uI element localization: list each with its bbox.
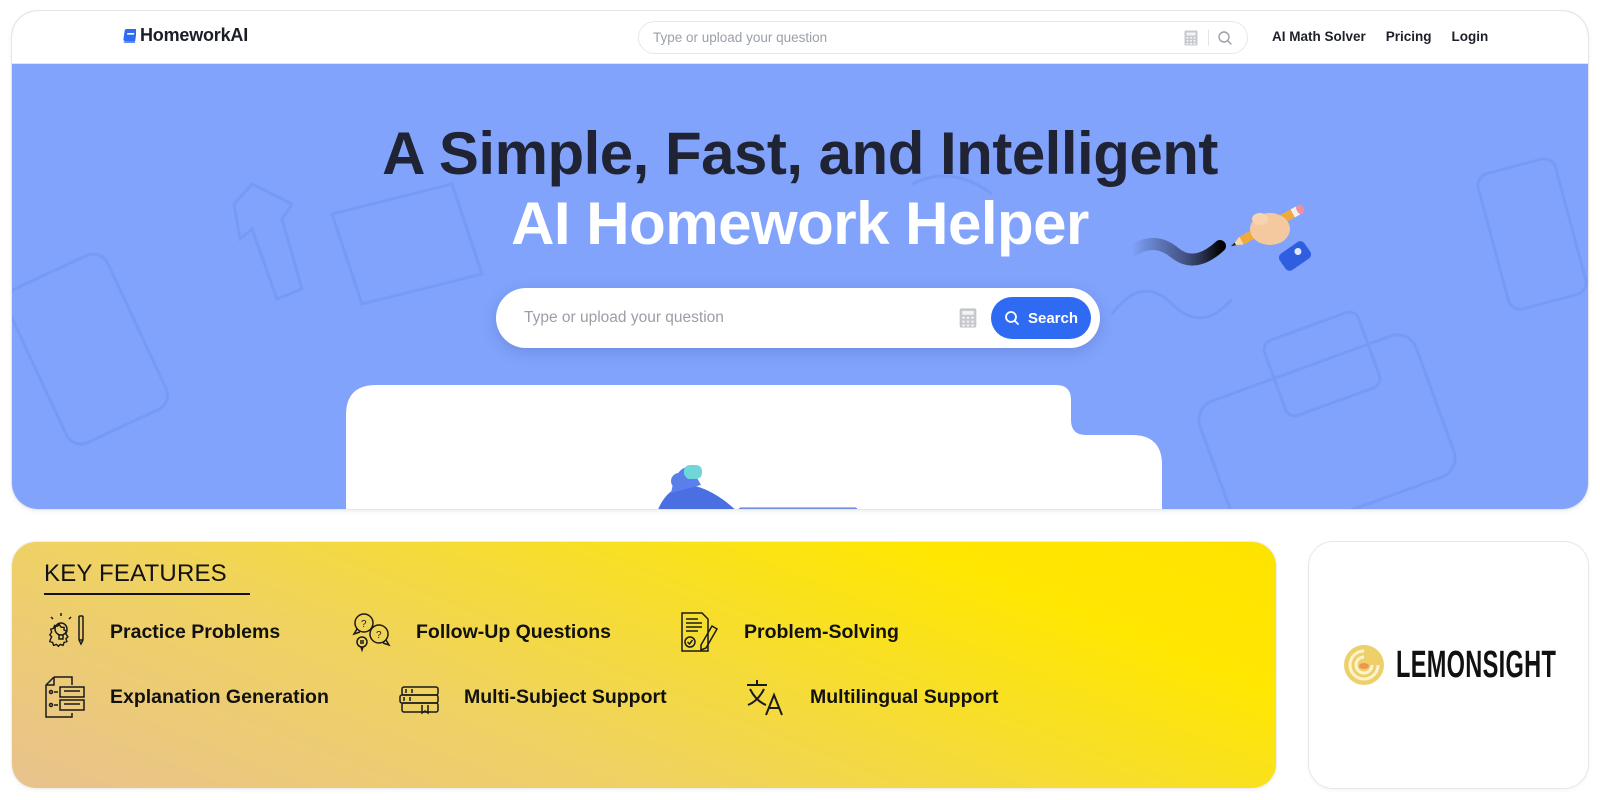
search-button[interactable]: Search xyxy=(991,297,1091,339)
search-divider xyxy=(1208,29,1209,46)
header-search-bar xyxy=(638,21,1248,54)
features-title: KEY FEATURES xyxy=(44,560,250,595)
feature-follow-up-questions[interactable]: ? ? Follow-Up Questions xyxy=(350,610,611,654)
books-icon xyxy=(399,686,439,715)
book-icon xyxy=(123,28,136,43)
hero-title-line-1: A Simple, Fast, and Intelligent xyxy=(382,120,1218,187)
hero-section: HomeworkAI AI Math Solver Pricing xyxy=(12,11,1588,509)
feature-label: Multilingual Support xyxy=(810,685,999,708)
hero-search-bar: Search xyxy=(496,288,1100,348)
hand-writing-pencil-illustration xyxy=(1126,204,1312,271)
feature-practice-problems[interactable]: Practice Problems xyxy=(44,610,280,654)
question-bubbles-icon: ? ? xyxy=(352,613,391,653)
logo[interactable]: HomeworkAI xyxy=(122,25,248,46)
calculator-icon[interactable] xyxy=(1184,30,1198,46)
nav-login[interactable]: Login xyxy=(1452,29,1489,44)
nav-pricing[interactable]: Pricing xyxy=(1386,29,1432,44)
feature-multi-subject-support[interactable]: Multi-Subject Support xyxy=(398,675,667,719)
svg-text:?: ? xyxy=(361,619,367,630)
feature-label: Multi-Subject Support xyxy=(464,685,667,708)
calculator-icon[interactable] xyxy=(959,307,977,329)
lemon-swirl-logo-icon xyxy=(1343,645,1384,685)
search-icon[interactable] xyxy=(1217,30,1233,46)
feature-label: Explanation Generation xyxy=(110,685,329,708)
feature-label: Practice Problems xyxy=(110,620,281,643)
document-list-icon xyxy=(45,676,85,718)
search-button-label: Search xyxy=(1027,309,1079,327)
preview-card xyxy=(346,385,1162,509)
translate-icon xyxy=(747,680,783,716)
header-search-input[interactable] xyxy=(653,30,1184,45)
main-nav: AI Math Solver Pricing Login xyxy=(1272,29,1488,44)
feature-label: Follow-Up Questions xyxy=(416,620,611,643)
lightbulb-gear-icon xyxy=(48,613,84,648)
feature-explanation-generation[interactable]: Explanation Generation xyxy=(44,675,329,719)
sponsor-card[interactable]: LEMONSIGHT xyxy=(1309,542,1588,788)
logo-text: HomeworkAI xyxy=(140,25,249,45)
feature-label: Problem-Solving xyxy=(744,620,899,643)
search-icon xyxy=(1005,311,1019,325)
sponsor-name: LEMONSIGHT xyxy=(1395,643,1556,686)
feature-problem-solving[interactable]: Problem-Solving xyxy=(678,610,899,654)
key-features-card: KEY FEATURES Practice Problems ? ? Follo… xyxy=(12,542,1276,788)
feature-multilingual-support[interactable]: Multilingual Support xyxy=(744,675,998,719)
hero-title-line-2: AI Homework Helper xyxy=(511,190,1089,257)
hero-search-input[interactable] xyxy=(524,309,959,327)
site-header: HomeworkAI AI Math Solver Pricing xyxy=(12,11,1588,64)
checklist-pencil-icon xyxy=(681,612,719,652)
nav-ai-math-solver[interactable]: AI Math Solver xyxy=(1272,29,1366,44)
svg-text:?: ? xyxy=(376,630,382,641)
